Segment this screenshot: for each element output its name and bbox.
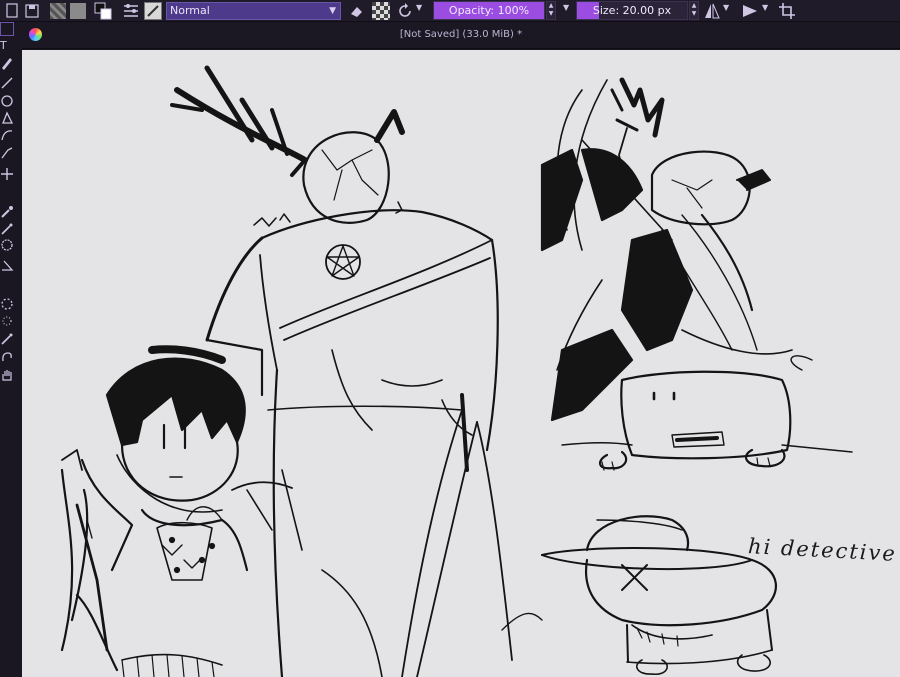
alpha-lock-icon[interactable]: [372, 2, 390, 20]
pattern-swatch[interactable]: [50, 3, 66, 19]
chevron-down-icon[interactable]: ▼: [563, 3, 569, 21]
eraser-icon[interactable]: [348, 2, 366, 20]
chevron-down-icon[interactable]: ▼: [723, 3, 729, 21]
contiguous-select-tool-icon[interactable]: [0, 332, 14, 346]
document-icon[interactable]: [4, 2, 22, 20]
ellipse-tool-icon[interactable]: [0, 94, 14, 108]
sketch-artwork: [60, 65, 853, 677]
mirror-horizontal-icon[interactable]: [703, 2, 721, 20]
save-icon[interactable]: [24, 2, 42, 20]
rectangle-select-tool-icon[interactable]: [0, 297, 14, 311]
move-tool-icon[interactable]: [0, 167, 14, 181]
freehand-path-tool-icon[interactable]: [0, 146, 14, 160]
blend-mode-value: Normal: [170, 4, 210, 17]
ellipse-select-tool-icon[interactable]: [0, 314, 14, 328]
text-tool-icon[interactable]: T: [0, 39, 14, 53]
crop-icon[interactable]: [778, 2, 796, 20]
chevron-down-icon[interactable]: ▼: [416, 3, 422, 21]
polygon-tool-icon[interactable]: [0, 111, 14, 125]
measure-tool-icon[interactable]: [0, 258, 14, 272]
dark-figure-drawing: [540, 77, 793, 422]
fill-tool-icon[interactable]: [0, 238, 14, 252]
opacity-label: Opacity: 100%: [448, 4, 530, 17]
chevron-down-icon[interactable]: ▼: [690, 10, 698, 18]
opacity-slider[interactable]: Opacity: 100%: [433, 1, 545, 20]
reload-preset-icon[interactable]: [396, 2, 414, 20]
chevron-down-icon[interactable]: ▼: [762, 3, 768, 21]
size-label: Size: 20.00 px: [592, 4, 672, 17]
brush-preset-icon[interactable]: [144, 2, 162, 20]
chevron-down-icon[interactable]: ▼: [547, 10, 555, 18]
brush-settings-icon[interactable]: [122, 2, 140, 20]
chevron-up-icon[interactable]: ▲: [547, 2, 555, 10]
detective-creature-drawing: [501, 515, 777, 675]
chevron-up-icon[interactable]: ▲: [690, 2, 698, 10]
toolbox: T: [0, 22, 16, 677]
top-toolbar: Normal ▼ ▼ Opacity: 100% ▲ ▼ ▼ Size: 20.0…: [0, 0, 900, 22]
line-tool-icon[interactable]: [0, 76, 14, 90]
opacity-spinner[interactable]: ▲ ▼: [546, 1, 556, 20]
color-picker-tool-icon[interactable]: [0, 205, 14, 219]
bezier-tool-icon[interactable]: [0, 128, 14, 142]
select-shapes-tool-icon[interactable]: [0, 22, 14, 36]
size-spinner[interactable]: ▲ ▼: [689, 1, 699, 20]
edit-shapes-tool-icon[interactable]: [0, 56, 14, 70]
pan-hand-icon[interactable]: [0, 368, 14, 382]
color-swap-icon[interactable]: [94, 2, 112, 20]
gradient-swatch[interactable]: [70, 3, 86, 19]
size-slider[interactable]: Size: 20.00 px: [576, 1, 688, 20]
wrap-around-icon[interactable]: [741, 2, 759, 20]
magnetic-select-tool-icon[interactable]: [0, 350, 14, 364]
chevron-down-icon: ▼: [329, 6, 336, 16]
document-title[interactable]: [Not Saved] (33.0 MiB) *: [22, 29, 900, 40]
smart-patch-tool-icon[interactable]: [0, 222, 14, 236]
boy-drawing: [60, 345, 293, 677]
blend-mode-select[interactable]: Normal ▼: [166, 2, 341, 20]
drawing-canvas[interactable]: hi detective: [22, 50, 900, 677]
document-tab-bar: [Not Saved] (33.0 MiB) *: [22, 22, 900, 49]
